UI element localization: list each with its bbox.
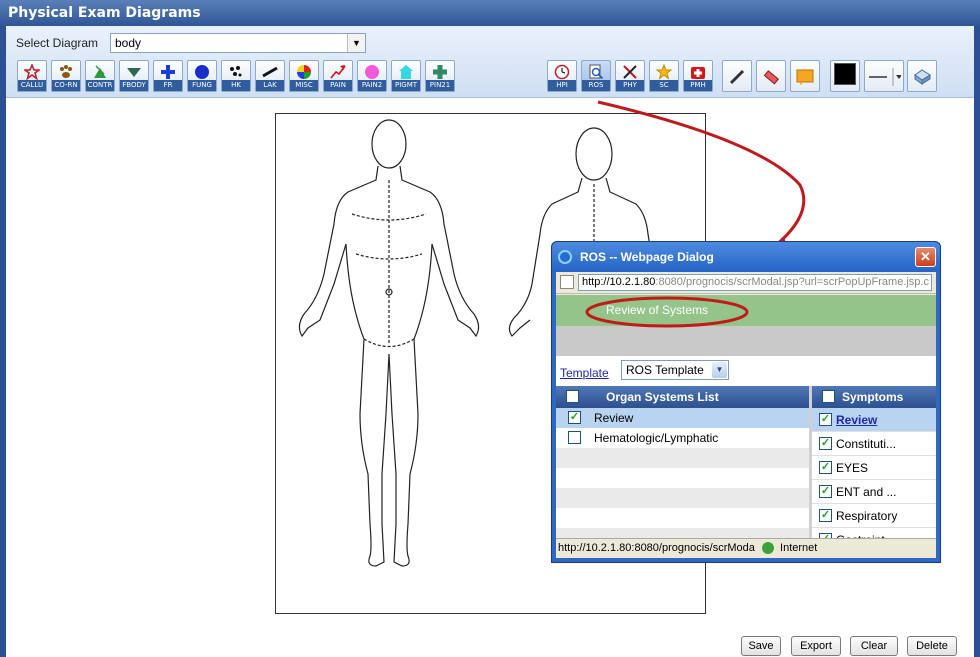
export-button[interactable]: Export [791,636,841,656]
status-zone: Internet [780,542,818,554]
symptom-checkbox[interactable]: ✓ [819,509,832,522]
organ-checkbox[interactable]: ✓ [568,411,581,424]
organ-row-empty [556,488,809,508]
organ-header-label: Organ Systems List [606,390,719,404]
organ-checkbox[interactable] [568,431,581,444]
symptoms-header-label: Symptoms [842,390,904,404]
dialog-title: ROS -- Webpage Dialog [580,250,714,264]
symptom-row[interactable]: ✓ Constituti... [812,432,936,456]
template-link[interactable]: Template [560,366,609,380]
symptom-label: Review [836,413,878,427]
symptom-label: Constituti... [836,437,897,451]
page-icon [560,275,574,289]
internet-explorer-icon [558,250,572,264]
organ-label: Hematologic/Lymphatic [594,431,719,445]
symptom-label: Gastroint [836,528,885,538]
organ-row-empty [556,528,809,538]
status-bar: http://10.2.1.80:8080/prognocis/scrModa … [556,538,936,558]
close-button[interactable]: ✕ [915,247,936,267]
address-bar: http://10.2.1.80:8080/prognocis/scrModal… [556,272,936,294]
organ-label: Review [594,411,634,425]
ros-dialog: ROS -- Webpage Dialog ✕ http://10.2.1.80… [551,241,941,563]
symptom-row[interactable]: ✓ Respiratory [812,504,936,528]
template-select[interactable]: ROS Template ▼ [621,360,729,380]
organ-row-empty [556,448,809,468]
organ-systems-header: Organ Systems List [556,386,809,408]
highlight-ellipse [585,296,749,328]
select-all-symptoms-checkbox[interactable] [822,390,835,403]
symptom-checkbox[interactable]: ✓ [819,461,832,474]
template-select-value: ROS Template [626,363,704,377]
systems-lists: Organ Systems List ✓ Review Hematologic/… [556,386,936,538]
url-field[interactable]: http://10.2.1.80:8080/prognocis/scrModal… [578,274,932,291]
toolbar-band [556,326,936,356]
symptom-checkbox[interactable]: ✓ [819,485,832,498]
url-path: :8080/prognocis/scrModal.jsp?url=scrPopU… [655,276,929,288]
symptom-label: Respiratory [836,509,898,523]
symptom-row[interactable]: ✓ Gastroint [812,528,936,538]
save-button[interactable]: Save [741,636,781,656]
symptoms-header: Symptoms [812,386,936,408]
symptom-checkbox[interactable]: ✓ [819,413,832,426]
template-row: Template ROS Template ▼ [556,356,936,386]
delete-button[interactable]: Delete [907,636,957,656]
url-host: http://10.2.1.80 [582,276,656,288]
symptom-row[interactable]: ✓ Review [812,408,936,432]
status-url: http://10.2.1.80:8080/prognocis/scrModa [558,542,755,554]
dialog-title-bar: ROS -- Webpage Dialog [552,242,940,272]
dialog-content: Review of Systems Template ROS Template … [556,295,936,538]
chevron-down-icon: ▼ [712,362,727,378]
symptom-row[interactable]: ✓ ENT and ... [812,480,936,504]
organ-row-hematologic[interactable]: Hematologic/Lymphatic [556,428,809,448]
symptom-checkbox[interactable]: ✓ [819,437,832,450]
symptom-row[interactable]: ✓ EYES [812,456,936,480]
select-all-organs-checkbox[interactable] [566,390,579,403]
physical-exam-app: Physical Exam Diagrams Select Diagram bo… [0,0,980,657]
organ-row-review[interactable]: ✓ Review [556,408,809,428]
symptom-label: EYES [836,461,869,475]
symptom-label: ENT and ... [836,485,897,499]
clear-button[interactable]: Clear [850,636,898,656]
globe-icon [761,542,774,555]
